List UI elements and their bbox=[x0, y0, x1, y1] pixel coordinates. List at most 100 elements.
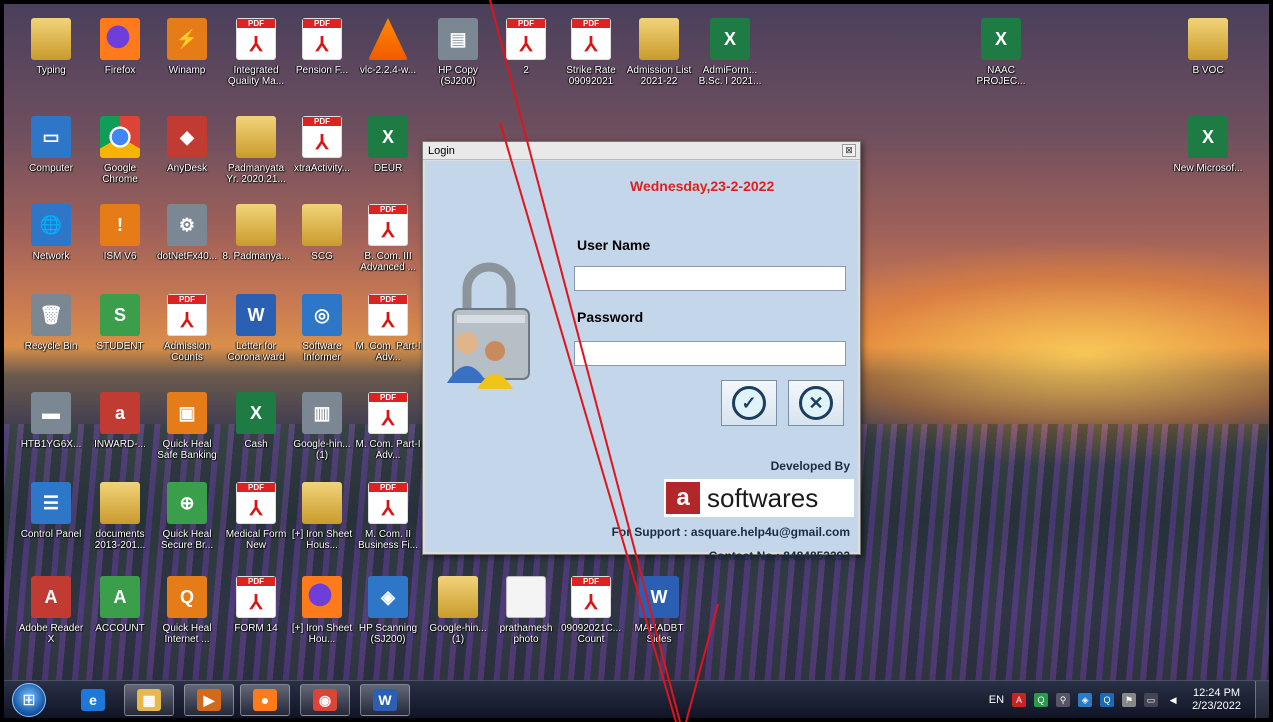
desktop-icon[interactable]: X DEUR bbox=[354, 116, 422, 200]
taskbar-word[interactable]: W bbox=[360, 684, 410, 716]
clock[interactable]: 12:24 PM 2/23/2022 bbox=[1192, 687, 1241, 713]
update-tray-icon[interactable]: ◈ bbox=[1078, 693, 1093, 707]
desktop-icon-label: [+] Iron Sheet Hous... bbox=[291, 529, 353, 551]
desktop-icon[interactable]: ⅄ FORM 14 bbox=[222, 576, 290, 660]
desktop-icon[interactable]: S STUDENT bbox=[86, 294, 154, 378]
desktop-icon[interactable]: ⅄2 bbox=[492, 18, 560, 102]
clock-time: 12:24 PM bbox=[1192, 687, 1241, 699]
desktop-icon[interactable]: ⅄ B. Com. III Advanced ... bbox=[354, 204, 422, 288]
desktop-icon[interactable]: ⅄ Admission Counts bbox=[153, 294, 221, 378]
desktop-icon[interactable]: ⊕ Quick Heal Secure Br... bbox=[153, 482, 221, 566]
login-button[interactable]: ✓ bbox=[721, 380, 777, 426]
cancel-button[interactable]: ✕ bbox=[788, 380, 844, 426]
desktop-icon[interactable]: 🌐 Network bbox=[17, 204, 85, 288]
pdf-icon: ⅄ bbox=[368, 204, 408, 246]
desktop-icon[interactable]: ⅄ M. Com. Part-I Adv... bbox=[354, 392, 422, 476]
display-tray-icon[interactable]: ▭ bbox=[1144, 693, 1159, 707]
desktop-icon[interactable]: Typing bbox=[17, 18, 85, 102]
language-indicator[interactable]: EN bbox=[989, 694, 1004, 706]
desktop-icon[interactable]: ⅄ Strike Rate 09092021 bbox=[557, 18, 625, 102]
desktop-icon[interactable]: Q Quick Heal Internet ... bbox=[153, 576, 221, 660]
desktop-icon[interactable]: [+] Iron Sheet Hous... bbox=[288, 482, 356, 566]
desktop-icon[interactable]: a INWARD-... bbox=[86, 392, 154, 476]
taskbar-ie[interactable]: e bbox=[68, 684, 118, 716]
volume-icon[interactable]: ◀ bbox=[1166, 693, 1180, 707]
desktop-icon[interactable]: X NAAC PROJEC... bbox=[967, 18, 1035, 102]
search-tray-icon[interactable]: Q bbox=[1100, 693, 1115, 707]
explorer-icon: ▦ bbox=[137, 689, 161, 711]
taskbar-chrome[interactable]: ◉ bbox=[300, 684, 350, 716]
desktop-icon-label: AnyDesk bbox=[166, 163, 207, 174]
desktop-icon[interactable]: ▭ Computer bbox=[17, 116, 85, 200]
desktop-icon[interactable]: ⅄ 09092021C... Count bbox=[557, 576, 625, 660]
desktop-icon[interactable]: B VOC bbox=[1174, 18, 1242, 102]
action-center-icon[interactable]: ⚑ bbox=[1122, 693, 1137, 707]
desktop-icon-label: Google Chrome bbox=[102, 163, 138, 185]
desktop-icon[interactable]: 8. Padmanya... bbox=[222, 204, 290, 288]
desktop-icon[interactable]: A Adobe Reader X bbox=[17, 576, 85, 660]
show-desktop-button[interactable] bbox=[1255, 681, 1269, 718]
desktop-icon[interactable]: ⚙ dotNetFx40... bbox=[153, 204, 221, 288]
desktop-icon[interactable]: Admission List 2021-22 bbox=[625, 18, 693, 102]
taskbar-media[interactable]: ▶ bbox=[184, 684, 234, 716]
login-titlebar[interactable]: Login ⊠ bbox=[423, 142, 860, 160]
desktop-icon[interactable]: X Cash bbox=[222, 392, 290, 476]
desktop-icon[interactable]: A ACCOUNT bbox=[86, 576, 154, 660]
word-icon: W bbox=[236, 294, 276, 336]
desktop-icon[interactable]: ⅄ M. Com. Part-I Adv... bbox=[354, 294, 422, 378]
folder-icon bbox=[1188, 18, 1228, 60]
desktop-icon[interactable]: W Letter for Corona ward bbox=[222, 294, 290, 378]
desktop-icon-label: Control Panel bbox=[20, 529, 82, 540]
desktop-icon[interactable]: Google Chrome bbox=[86, 116, 154, 200]
desktop-icon[interactable]: ⚡ Winamp bbox=[153, 18, 221, 102]
network-tray-icon[interactable]: ⚲ bbox=[1056, 693, 1071, 707]
desktop-icon[interactable]: X New Microsof... bbox=[1174, 116, 1242, 200]
student-icon: S bbox=[100, 294, 140, 336]
close-button[interactable]: ⊠ bbox=[842, 144, 856, 157]
desktop-icon[interactable]: ▤ HP Copy (SJ200) bbox=[424, 18, 492, 102]
desktop-icon-label: Google-hin... (1) bbox=[429, 623, 487, 645]
desktop-icon-label: Letter for Corona ward bbox=[227, 341, 285, 363]
desktop-icon[interactable]: documents 2013-201... bbox=[86, 482, 154, 566]
desktop-icon[interactable]: ⅄ M. Com. II Business Fi... bbox=[354, 482, 422, 566]
desktop-icon[interactable]: W MAHADBT Sides bbox=[625, 576, 693, 660]
quickheal-tray-icon[interactable]: Q bbox=[1034, 693, 1049, 707]
desktop-icon[interactable]: ◆ AnyDesk bbox=[153, 116, 221, 200]
desktop-icon-label: HTB1YG6X... bbox=[20, 439, 82, 450]
folder-icon bbox=[236, 116, 276, 158]
desktop-icon[interactable]: ⅄ Pension F... bbox=[288, 18, 356, 102]
desktop-icon-label: dotNetFx40... bbox=[156, 251, 218, 262]
desktop-icon[interactable]: ▣ Quick Heal Safe Banking bbox=[153, 392, 221, 476]
desktop-icon-label: INWARD-... bbox=[94, 439, 146, 450]
desktop-icon[interactable]: 🗑 Recycle Bin bbox=[17, 294, 85, 378]
desktop-icon[interactable]: X AdmiForm... B.Sc. I 2021... bbox=[696, 18, 764, 102]
hp-scan-icon: ◈ bbox=[368, 576, 408, 618]
desktop-icon[interactable]: ▬ HTB1YG6X... bbox=[17, 392, 85, 476]
password-field[interactable] bbox=[574, 341, 846, 366]
firefox-icon bbox=[302, 576, 342, 618]
desktop-icon[interactable]: ☰ Control Panel bbox=[17, 482, 85, 566]
taskbar-explorer[interactable]: ▦ bbox=[124, 684, 174, 716]
taskbar-firefox[interactable]: ● bbox=[240, 684, 290, 716]
desktop-icon[interactable]: ▥ Google-hin... (1) bbox=[288, 392, 356, 476]
desktop-icon[interactable]: vlc-2.2.4-w... bbox=[354, 18, 422, 102]
desktop-icon[interactable]: Google-hin... (1) bbox=[424, 576, 492, 660]
desktop-icon[interactable]: Firefox bbox=[86, 18, 154, 102]
desktop-icon[interactable]: [+] Iron Sheet Hou... bbox=[288, 576, 356, 660]
desktop-icon[interactable]: ◎ Software Informer bbox=[288, 294, 356, 378]
desktop-icon[interactable]: Padmanyata Yr. 2020.21... bbox=[222, 116, 290, 200]
desktop-icon[interactable]: ⅄ Medical Form New bbox=[222, 482, 290, 566]
desktop-icon[interactable]: SCG bbox=[288, 204, 356, 288]
username-field[interactable] bbox=[574, 266, 846, 291]
desktop-icon[interactable]: prathamesh photo bbox=[492, 576, 560, 660]
start-button[interactable]: ⊞ bbox=[12, 683, 46, 717]
contact-number: Contact No : 8484853292 bbox=[708, 549, 850, 563]
desktop-icon-label: prathamesh photo bbox=[499, 623, 553, 645]
desktop-icon[interactable]: ⅄ xtraActivity... bbox=[288, 116, 356, 200]
desktop-icon[interactable]: ⅄ Integrated Quality Ma... bbox=[222, 18, 290, 102]
desktop-icon-label: ACCOUNT bbox=[95, 623, 145, 634]
desktop-icon[interactable]: ◈ HP Scanning (SJ200) bbox=[354, 576, 422, 660]
adobe-tray-icon[interactable]: A bbox=[1012, 693, 1027, 707]
desktop-icon-label: Recycle Bin bbox=[24, 341, 78, 352]
desktop-icon[interactable]: ! ISM V6 bbox=[86, 204, 154, 288]
